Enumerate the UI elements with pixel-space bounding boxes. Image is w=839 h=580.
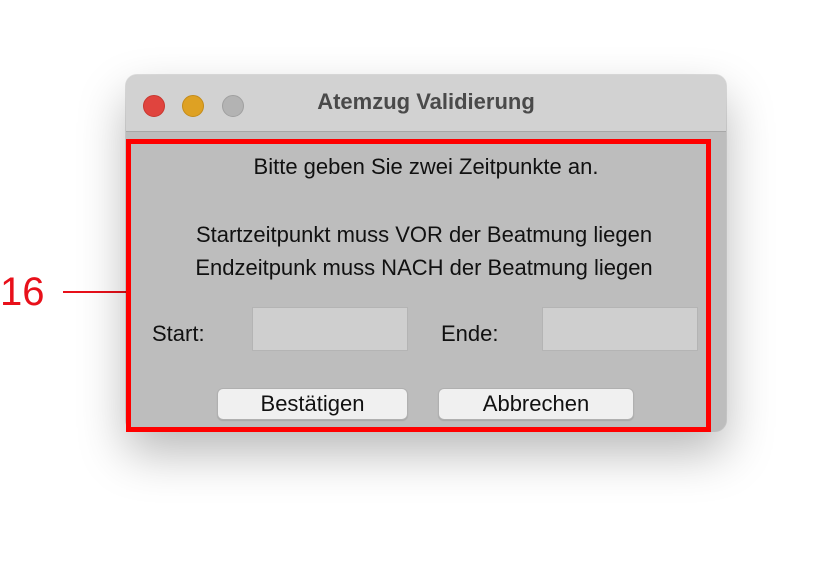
start-label: Start: <box>152 321 205 346</box>
screenshot-stage: 16 Atemzug Validierung Bitte geben Sie z… <box>0 0 839 580</box>
cancel-button[interactable]: Abbrechen <box>438 388 634 420</box>
annotation-number: 16 <box>0 270 45 314</box>
dialog-window: Atemzug Validierung <box>126 75 726 431</box>
annotation-leader-line <box>63 291 127 293</box>
start-rule-text: Startzeitpunkt muss VOR der Beatmung lie… <box>195 222 653 247</box>
start-time-input[interactable] <box>252 307 408 351</box>
window-title: Atemzug Validierung <box>317 89 535 114</box>
end-rule-text: Endzeitpunk muss NACH der Beatmung liege… <box>195 255 653 280</box>
instruction-text: Bitte geben Sie zwei Zeitpunkte an. <box>253 154 599 179</box>
end-time-input[interactable] <box>542 307 698 351</box>
window-titlebar[interactable]: Atemzug Validierung <box>126 75 726 132</box>
confirm-button[interactable]: Bestätigen <box>217 388 408 420</box>
end-label: Ende: <box>441 321 499 346</box>
